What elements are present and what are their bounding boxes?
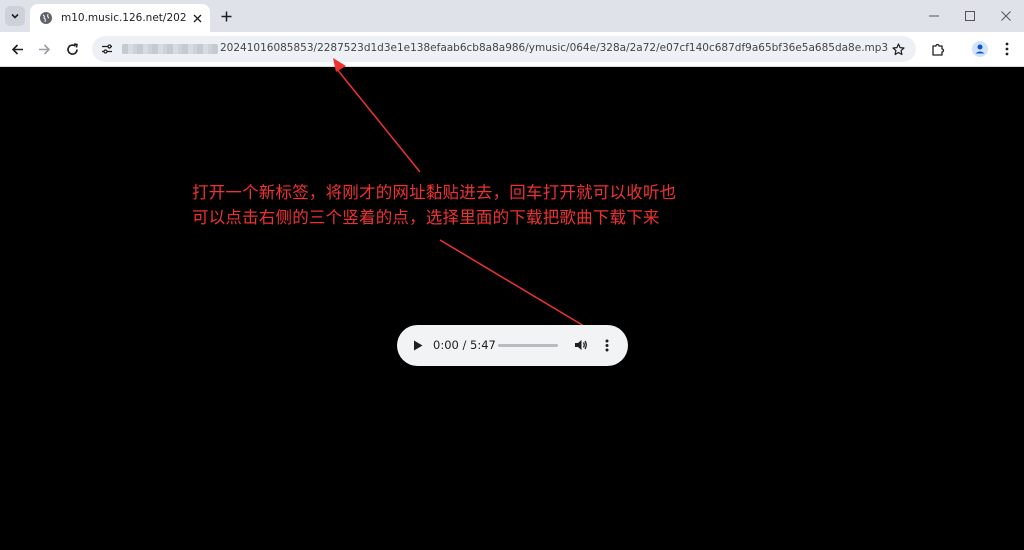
kebab-icon: [605, 339, 609, 351]
annotation-arrows: [333, 58, 603, 338]
play-button[interactable]: [411, 338, 425, 352]
player-more-options-button[interactable]: [599, 337, 615, 353]
play-icon: [414, 340, 423, 350]
arrow-to-url: [335, 67, 421, 173]
annotation-line-1: 打开一个新标签，将刚才的网址黏贴进去，回车打开就可以收听也: [192, 183, 677, 202]
audio-player: 0:00 / 5:47: [397, 325, 628, 366]
seek-slider[interactable]: [498, 344, 558, 347]
annotation-line-2: 可以点击右侧的三个竖着的点，选择里面的下载把歌曲下载下来: [192, 208, 660, 227]
mute-button[interactable]: [573, 337, 589, 353]
annotation-text: 打开一个新标签，将刚才的网址黏贴进去，回车打开就可以收听也 可以点击右侧的三个竖…: [192, 180, 772, 230]
time-display: 0:00 / 5:47: [433, 338, 496, 352]
volume-icon: [575, 340, 587, 350]
arrow-to-player-menu: [439, 239, 595, 333]
arrow-to-url-head: [333, 58, 346, 72]
